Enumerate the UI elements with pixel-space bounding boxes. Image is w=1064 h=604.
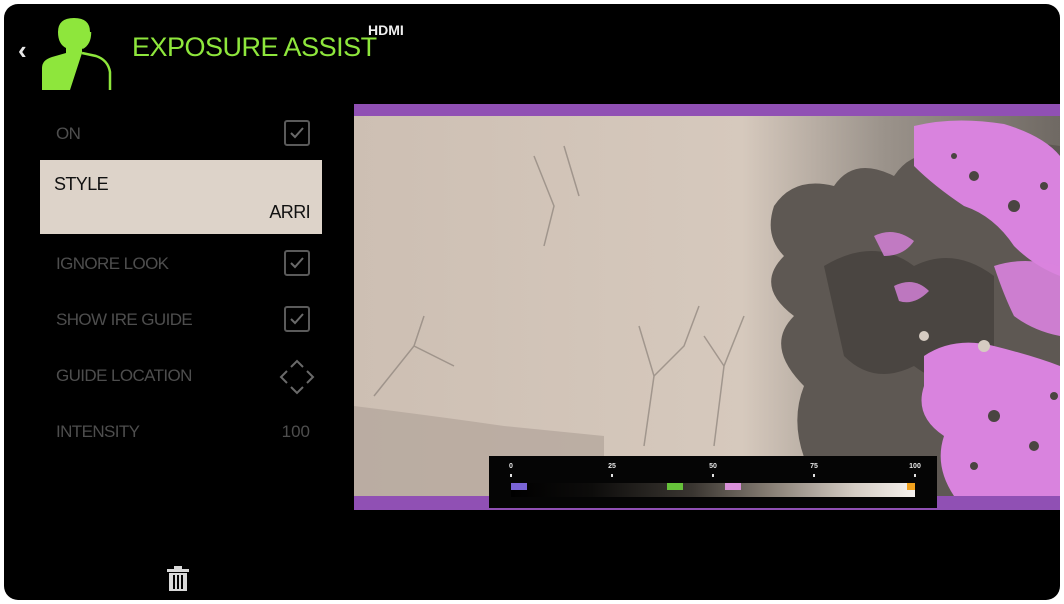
back-button[interactable]: ‹: [18, 35, 38, 65]
ire-swatch-skin: [725, 483, 741, 490]
ire-tick-25: 25: [608, 463, 616, 470]
setting-row-show-ire-guide[interactable]: SHOW IRE GUIDE: [40, 298, 322, 342]
guide-location-icon[interactable]: [278, 358, 316, 396]
trash-icon[interactable]: [166, 566, 190, 592]
setting-row-ignore-look[interactable]: IGNORE LOOK: [40, 242, 322, 286]
ignore-look-checkbox[interactable]: [284, 250, 310, 276]
setting-row-intensity[interactable]: INTENSITY 100: [40, 410, 322, 454]
setting-label: INTENSITY: [56, 422, 140, 441]
ire-tick-75: 75: [810, 463, 818, 470]
check-icon: [290, 127, 304, 139]
source-label: HDMI: [368, 22, 404, 38]
monitor-screen: ‹ EXPOSURE ASSIST HDMI ON STYLE ARRI IGN…: [4, 4, 1060, 600]
intensity-value: 100: [281, 422, 310, 441]
chevron-left-icon: ‹: [18, 35, 27, 65]
ire-gradient-bar: [511, 483, 915, 497]
setting-row-on[interactable]: ON: [40, 112, 322, 156]
setting-label: ON: [56, 124, 81, 143]
page-title: EXPOSURE ASSIST: [132, 32, 377, 62]
show-ire-guide-checkbox[interactable]: [284, 306, 310, 332]
setting-row-guide-location[interactable]: GUIDE LOCATION: [40, 354, 322, 398]
setting-label: GUIDE LOCATION: [56, 366, 192, 385]
ire-swatch-high: [907, 483, 915, 490]
ire-tick-mark: [510, 474, 512, 477]
check-icon: [290, 313, 304, 325]
check-icon: [290, 257, 304, 269]
on-checkbox[interactable]: [284, 120, 310, 146]
ire-guide: 0 25 50 75 100: [489, 456, 937, 508]
setting-label: IGNORE LOOK: [56, 254, 169, 273]
ire-tick-0: 0: [509, 463, 513, 470]
video-preview: [354, 104, 1060, 510]
ire-tick-50: 50: [709, 463, 717, 470]
setting-row-style[interactable]: STYLE ARRI: [40, 160, 322, 234]
ire-swatch-mid: [667, 483, 683, 490]
preview-image: [354, 116, 1060, 496]
ire-tick-mark: [813, 474, 815, 477]
ire-tick-mark: [914, 474, 916, 477]
setting-label: STYLE: [54, 174, 109, 194]
ire-swatch-low: [511, 483, 527, 490]
ire-tick-mark: [611, 474, 613, 477]
person-silhouette-icon: [42, 18, 112, 90]
ire-tick-100: 100: [909, 463, 921, 470]
style-value: ARRI: [269, 202, 310, 222]
ire-tick-mark: [712, 474, 714, 477]
setting-label: SHOW IRE GUIDE: [56, 310, 193, 329]
